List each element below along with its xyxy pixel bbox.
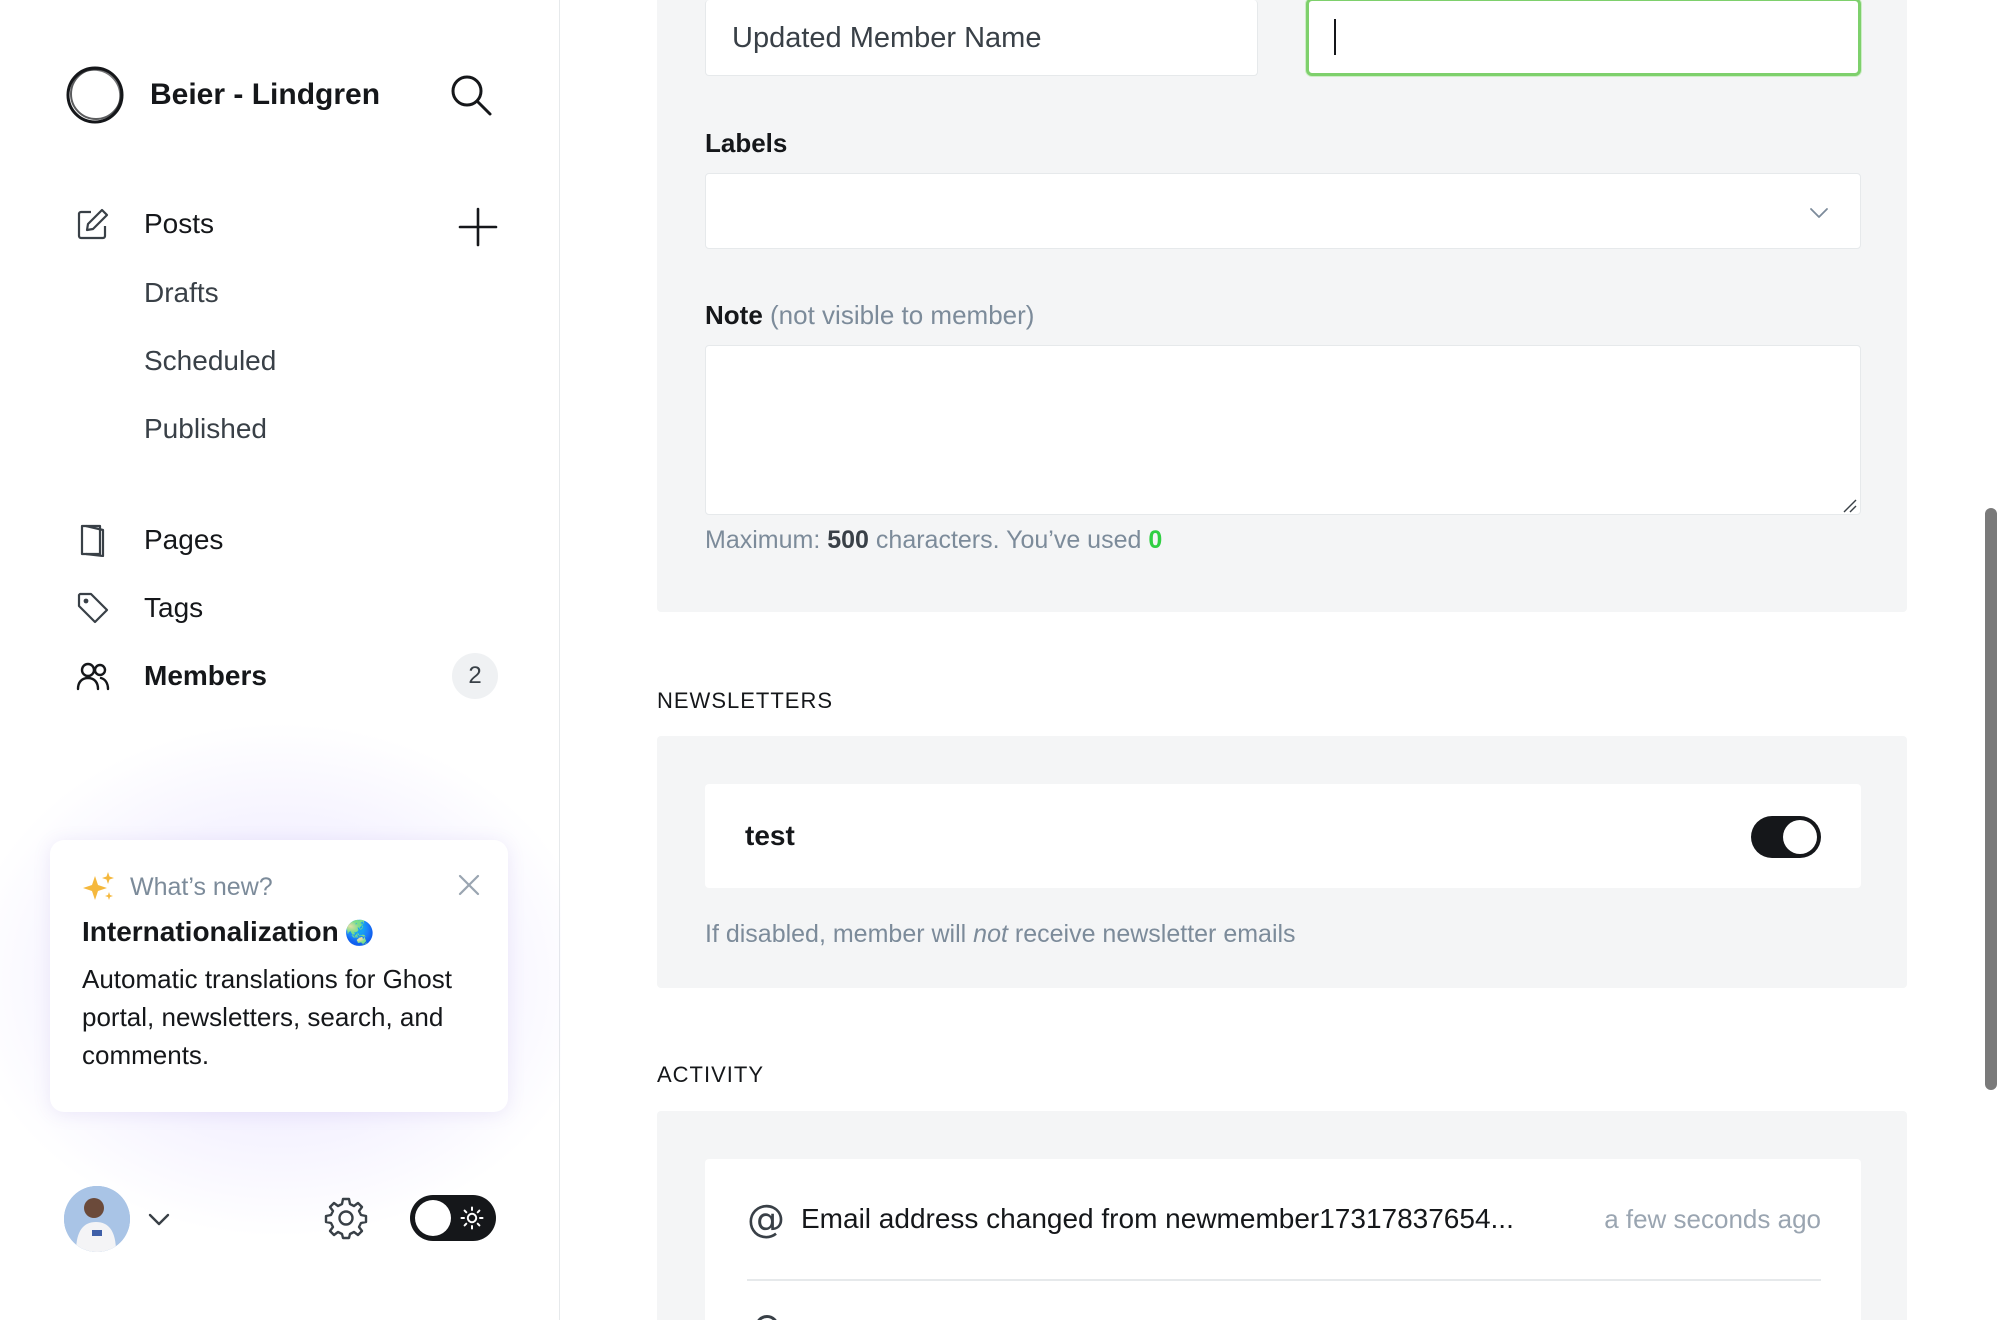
newsletter-name: test [745, 820, 795, 851]
hint-max: 500 [827, 526, 869, 554]
tag-icon [77, 592, 109, 624]
theme-toggle[interactable] [410, 1195, 496, 1241]
sidebar-item-pages[interactable]: Pages [76, 523, 223, 557]
document-icon [80, 524, 105, 557]
sidebar-item-members[interactable]: Members [76, 659, 267, 693]
sidebar: Beier - Lindgren Posts Drafts Scheduled … [0, 0, 600, 1320]
note-textarea[interactable] [705, 345, 1861, 515]
site-title: Beier - Lindgren [150, 78, 381, 111]
activity-section-title: ACTIVITY [657, 1062, 765, 1087]
activity-next-item-icon [755, 1315, 779, 1320]
activity-item[interactable]: @ Email address changed from newmember17… [747, 1199, 1821, 1239]
sidebar-item-drafts[interactable]: Drafts [144, 277, 219, 309]
labels-select[interactable] [705, 173, 1861, 249]
sidebar-item-label: Tags [144, 592, 204, 623]
sidebar-item-tags[interactable]: Tags [76, 591, 203, 625]
brand-logo-icon [66, 66, 124, 124]
scrollbar-thumb[interactable] [1985, 508, 1997, 1090]
activity-divider [747, 1279, 1821, 1281]
newsletters-hint: If disabled, member will not receive new… [705, 920, 1296, 949]
labels-label: Labels [705, 128, 788, 158]
sun-icon [460, 1206, 484, 1230]
note-label: Note (not visible to member) [705, 300, 1034, 331]
whats-new-title: Internationalization 🌏 [82, 916, 476, 948]
sidebar-item-posts[interactable]: Posts [76, 207, 214, 241]
users-icon [76, 662, 110, 691]
note-character-hint: Maximum: 500 characters. You’ve used 0 [705, 526, 1162, 555]
hint-used-count: 0 [1148, 526, 1163, 554]
whats-new-header: What’s new? [82, 870, 476, 904]
email-field[interactable] [1306, 0, 1861, 76]
globe-emoji: 🌏 [344, 920, 375, 947]
newsletter-item: test [705, 784, 1861, 888]
activity-time: a few seconds ago [1604, 1203, 1821, 1234]
sidebar-item-label: Posts [144, 208, 215, 239]
sidebar-item-published[interactable]: Published [144, 413, 267, 445]
whats-new-body: Automatic translations for Ghost portal,… [82, 964, 452, 1070]
brand[interactable]: Beier - Lindgren [64, 64, 380, 126]
resize-handle-icon[interactable] [1841, 497, 1857, 513]
activity-text: Email address changed from newmember1731… [801, 1203, 1514, 1234]
note-label-hint: (not visible to member) [770, 300, 1035, 330]
hint-prefix: Maximum: [705, 526, 821, 554]
close-icon[interactable] [458, 874, 480, 896]
theme-toggle-knob [415, 1200, 451, 1236]
sparkle-icon [83, 872, 114, 900]
hint-after: receive newsletter emails [1014, 920, 1296, 948]
chevron-down-icon[interactable] [146, 1206, 172, 1232]
sidebar-item-label: Members [144, 660, 267, 691]
text-caret [1334, 19, 1336, 55]
whats-new-card[interactable]: What’s new? Internationalization 🌏 Automa… [50, 840, 508, 1112]
hint-emphasis: not [973, 920, 1008, 948]
whats-new-kicker: What’s new? [130, 872, 273, 901]
search-icon[interactable] [448, 72, 494, 118]
hint-before: If disabled, member will [705, 920, 967, 948]
members-count-badge: 2 [452, 653, 498, 699]
sidebar-item-label: Pages [144, 524, 224, 555]
hint-mid: characters. You’ve used [875, 526, 1142, 554]
plus-icon[interactable] [456, 205, 500, 249]
at-sign-icon: @ [747, 1197, 785, 1241]
avatar-image [64, 1186, 130, 1252]
chevron-down-icon [1810, 208, 1828, 218]
name-field[interactable]: Updated Member Name [705, 0, 1258, 76]
whats-new-title-text: Internationalization [82, 916, 339, 947]
pencil-square-icon [77, 208, 109, 240]
sidebar-item-scheduled[interactable]: Scheduled [144, 345, 276, 377]
gear-icon[interactable] [324, 1196, 368, 1240]
activity-list: @ Email address changed from newmember17… [705, 1159, 1861, 1320]
note-label-text: Note [705, 300, 763, 330]
toggle-knob [1783, 820, 1817, 854]
newsletters-section-title: NEWSLETTERS [657, 688, 834, 713]
avatar[interactable] [64, 1186, 130, 1252]
newsletter-subscription-toggle[interactable] [1751, 816, 1821, 858]
